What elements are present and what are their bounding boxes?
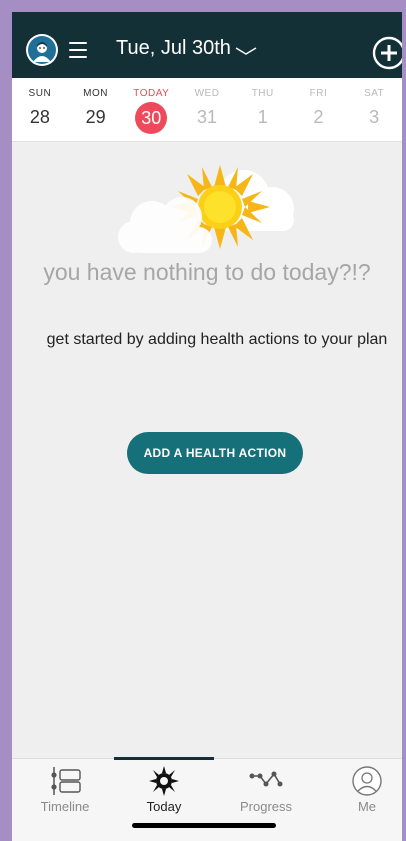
chevron-down-icon [235,46,257,55]
frame-border-left [0,0,12,841]
frame-border-right [402,0,406,841]
day-wed[interactable]: WED 31 [179,78,235,142]
profile-icon [352,766,382,796]
home-indicator [132,823,276,828]
progress-icon [249,771,283,787]
sun-icon [149,766,179,796]
day-thu[interactable]: THU 1 [234,78,291,142]
timeline-icon [51,767,81,795]
bottom-tab-bar: Timeline Today Progress Me [12,757,402,841]
add-health-action-button[interactable]: ADD A HEALTH ACTION [127,432,303,474]
today-date-badge: 30 [135,102,168,134]
day-sun[interactable]: SUN 28 [12,78,68,142]
week-strip-divider [12,141,402,142]
tab-me[interactable]: Me [328,765,402,814]
hamburger-menu-icon[interactable] [69,42,87,58]
frame-border-top [0,0,406,12]
tab-timeline[interactable]: Timeline [26,765,104,814]
day-sat[interactable]: SAT 3 [346,78,402,142]
empty-state-subtitle: get started by adding health actions to … [46,331,388,348]
device-frame: Tue, Jul 30th SUN 28 MON 29 TODAY 30 WED… [0,0,406,841]
user-avatar-icon[interactable] [26,34,58,66]
empty-state-title: you have nothing to do today?!? [43,259,371,285]
tab-progress[interactable]: Progress [227,765,305,814]
app-screen: Tue, Jul 30th SUN 28 MON 29 TODAY 30 WED… [12,12,402,841]
date-title-text: Tue, Jul 30th [116,37,231,59]
tab-today[interactable]: Today [125,765,203,814]
day-fri[interactable]: FRI 2 [290,78,347,142]
plus-circle-icon[interactable] [372,36,402,70]
day-today[interactable]: TODAY 30 [123,78,180,142]
date-selector[interactable]: Tue, Jul 30th [116,37,257,60]
active-tab-indicator [114,757,214,760]
week-strip: SUN 28 MON 29 TODAY 30 WED 31 THU 1 FRI … [12,78,402,142]
sun-cloud-icon [118,165,294,253]
day-mon[interactable]: MON 29 [67,78,124,142]
top-header: Tue, Jul 30th [12,12,402,78]
